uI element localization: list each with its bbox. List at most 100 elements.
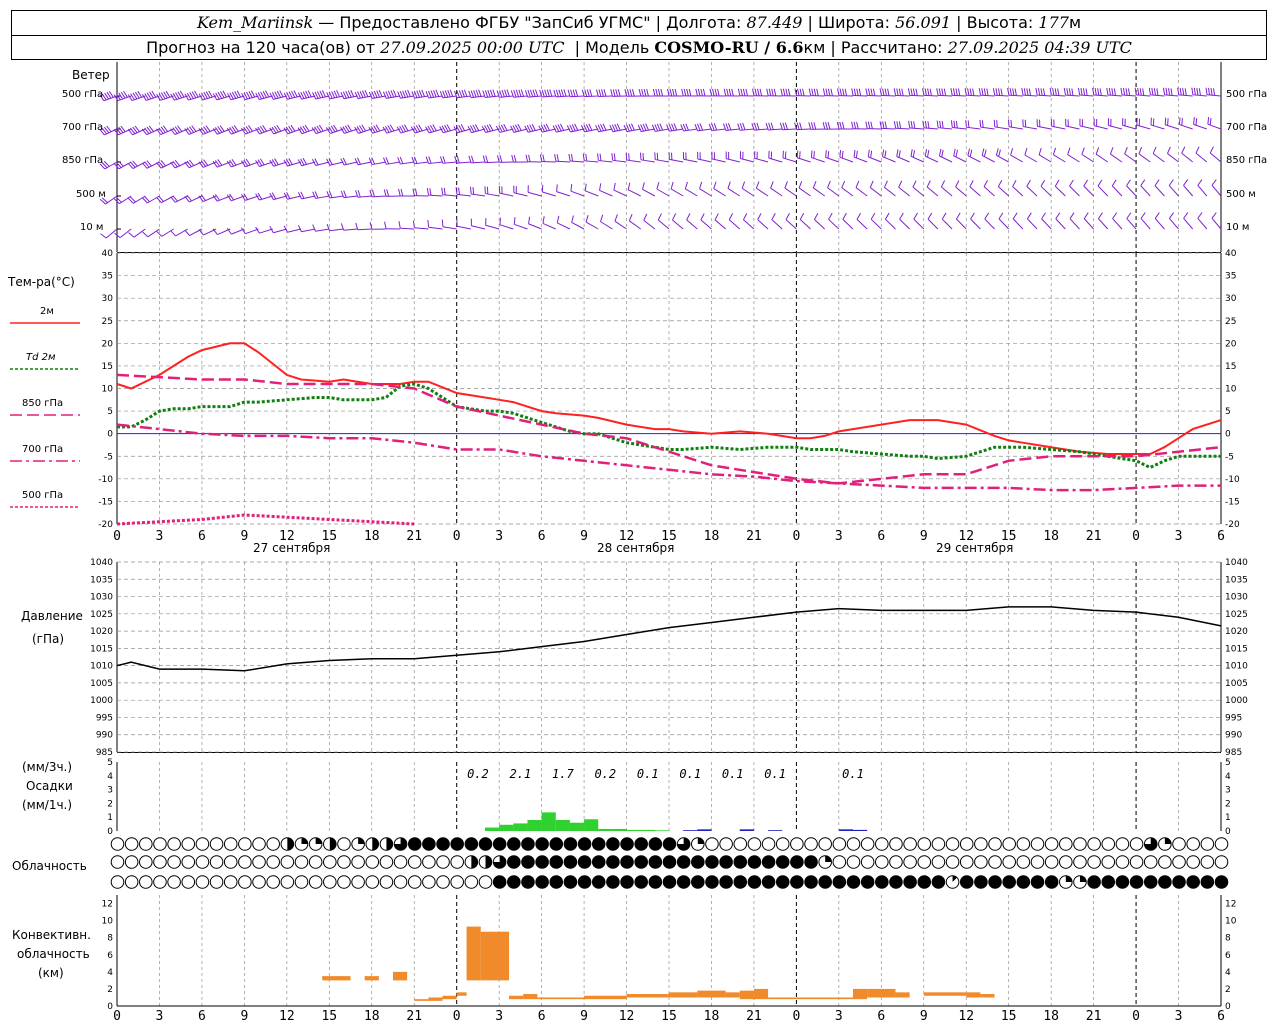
cloud-cover-symbol <box>238 837 252 851</box>
wind-barb-flag <box>312 191 316 199</box>
wind-barb <box>1055 212 1066 230</box>
cloud-fill-full <box>634 855 648 869</box>
cloud-circle <box>323 875 337 889</box>
wind-barb-flag <box>865 121 868 129</box>
cloud-cover-symbol <box>422 837 436 851</box>
cloud-fill-full <box>748 855 761 869</box>
wind-barb-staff <box>614 220 627 230</box>
wind-barb <box>212 90 231 101</box>
wind-barb-flag <box>571 215 574 223</box>
convective-xtick: 6 <box>877 1009 885 1024</box>
wind-barb <box>412 220 429 230</box>
cloud-fill-partial <box>287 837 294 851</box>
wind-barb-flag <box>812 180 817 189</box>
wind-barb <box>867 149 882 163</box>
wind-barb <box>1041 212 1052 230</box>
wind-barb-flag <box>1007 88 1010 96</box>
wind-barb-staff <box>741 187 755 197</box>
wind-barb <box>893 121 910 130</box>
cloud-cover-symbol <box>860 855 875 869</box>
wind-barb-staff <box>898 186 910 197</box>
cloud-cover-symbol <box>535 875 549 889</box>
cloud-cover-symbol <box>521 855 535 869</box>
wind-barb-flag <box>585 215 589 223</box>
wind-barb-flag <box>926 180 931 188</box>
wind-barb <box>584 183 599 197</box>
convective-bar <box>466 926 481 981</box>
wind-barb-flag <box>1170 88 1173 96</box>
convective-ytick-left: 6 <box>107 951 113 961</box>
wind-barb <box>513 185 528 197</box>
cloud-fill-partial <box>1164 837 1172 844</box>
wind-barb-flag <box>926 150 930 158</box>
cloud-cover-symbol <box>1073 837 1087 851</box>
wind-barb <box>684 181 698 197</box>
wind-barb <box>714 213 726 230</box>
wind-barb <box>865 121 882 130</box>
cloud-fill-full <box>1130 875 1143 889</box>
wind-barb <box>383 189 401 197</box>
convective-ytick-left: 4 <box>107 968 113 978</box>
cloud-fill-full <box>762 875 775 889</box>
cloud-cover-symbol <box>662 837 677 851</box>
cloud-cover-symbol <box>832 875 847 889</box>
cloud-cover-symbol <box>266 855 280 869</box>
wind-barb-flag <box>984 212 990 220</box>
wind-barb-staff <box>1126 218 1137 230</box>
wind-barb-flag <box>978 88 982 96</box>
wind-barb-flag <box>378 89 383 97</box>
temp-ytick-right: 0 <box>1225 430 1231 440</box>
wind-barb-flag <box>666 124 670 132</box>
wind-barb-flag <box>1154 179 1160 186</box>
wind-barb-flag <box>595 89 599 97</box>
wind-barb-flag <box>1094 88 1097 96</box>
wind-barb <box>1109 147 1123 163</box>
wind-barb <box>697 151 712 163</box>
wind-barb <box>553 89 570 98</box>
cloud-fill-full <box>960 875 974 889</box>
wind-barb-flag <box>528 216 531 224</box>
wind-barb-flag <box>350 90 355 97</box>
precip-bar <box>853 829 868 831</box>
wind-barb <box>570 184 585 197</box>
wind-barb-flag <box>910 121 913 129</box>
wind-barb <box>1052 147 1066 163</box>
wind-barb <box>682 151 698 163</box>
temp-ytick-left: -20 <box>98 520 113 530</box>
wind-barb <box>965 120 981 130</box>
wind-barb-flag <box>1014 88 1017 96</box>
wind-barb-staff <box>528 223 542 230</box>
wind-barb-flag <box>390 90 395 98</box>
cloud-cover-symbol <box>110 837 125 851</box>
wind-barb-flag <box>407 89 411 97</box>
wind-barb-flag <box>1012 212 1018 220</box>
wind-barb-flag <box>413 156 418 164</box>
cloud-cover-symbol <box>1214 855 1229 869</box>
wind-barb-flag <box>470 90 475 98</box>
convective-bar <box>442 995 457 1000</box>
temp-ytick-left: -10 <box>98 475 113 485</box>
cloud-cover-symbol <box>747 875 762 889</box>
wind-barb-flag <box>626 89 630 97</box>
wind-barb-flag <box>1054 179 1060 187</box>
convective-xtick: 9 <box>240 1009 248 1024</box>
wind-barb-staff <box>941 186 953 197</box>
cloud-circle <box>422 855 436 869</box>
cloud-cover-symbol <box>436 837 450 851</box>
wind-barb-staff <box>714 219 726 230</box>
cloud-circle <box>110 855 125 869</box>
cloud-cover-symbol <box>818 875 832 889</box>
wind-barb-flag <box>1095 147 1100 155</box>
wind-barb-flag <box>128 232 135 238</box>
cloud-cover-symbol <box>1186 855 1200 869</box>
cloud-circle <box>889 837 903 851</box>
cloud-circle <box>1115 837 1130 851</box>
cloud-fill-full <box>634 875 648 889</box>
wind-barb-flag <box>830 88 833 96</box>
wind-barb <box>896 149 910 163</box>
cloud-cover-symbol <box>1087 875 1101 889</box>
wind-barb-flag <box>822 122 826 130</box>
cloud-cover-symbol <box>804 837 818 851</box>
wind-barb-flag <box>1183 179 1189 186</box>
cloud-circle <box>931 837 946 851</box>
